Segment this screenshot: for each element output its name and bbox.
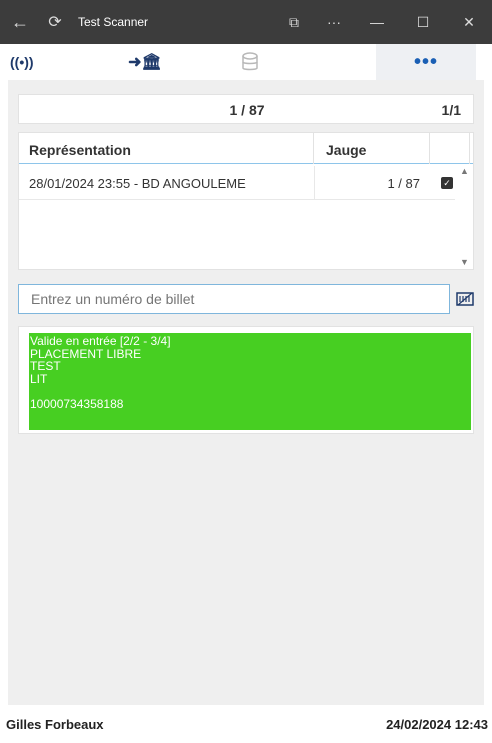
cast-icon[interactable]: ⧉ — [274, 0, 314, 44]
database-icon[interactable] — [210, 44, 290, 80]
title-bar: ← ⟳ Test Scanner ⧉ ··· — ☐ ✕ — [0, 0, 492, 44]
gauge-counter: 1 / 87 — [229, 102, 265, 118]
bank-transfer-icon[interactable]: ➜🏛 — [100, 44, 190, 80]
maximize-button[interactable]: ☐ — [400, 0, 446, 44]
status-bar: Gilles Forbeaux 24/02/2024 12:43 — [0, 705, 492, 743]
status-datetime: 24/02/2024 12:43 — [386, 717, 488, 732]
result-line-name: TEST — [30, 359, 61, 374]
column-header-select[interactable] — [430, 133, 470, 164]
window-more-icon[interactable]: ··· — [314, 0, 354, 44]
table-row[interactable]: 28/01/2024 23:55 - BD ANGOULEME 1 / 87 ✓ — [19, 166, 455, 200]
scan-result-message: Valide en entrée [2/2 - 3/4] PLACEMENT L… — [29, 333, 471, 430]
table-scrollbar[interactable]: ▲ ▼ — [457, 166, 473, 269]
toolbar: ((•)) ➜🏛 ••• — [0, 44, 492, 80]
app-sync-icon: ⟳ — [48, 14, 62, 31]
row-checkbox[interactable]: ✓ — [441, 177, 453, 189]
page-counter: 1/1 — [441, 102, 461, 118]
table-header: Représentation Jauge — [19, 133, 473, 164]
column-header-jauge[interactable]: Jauge — [314, 133, 430, 164]
scroll-down-icon[interactable]: ▼ — [460, 257, 469, 267]
barcode-scan-icon[interactable] — [456, 290, 474, 308]
representation-cell: 28/01/2024 23:55 - BD ANGOULEME — [29, 176, 246, 191]
user-name: Gilles Forbeaux — [6, 717, 104, 732]
more-options-button[interactable]: ••• — [376, 44, 476, 80]
result-line-ticket-number: 10000734358188 — [30, 396, 124, 411]
signal-icon[interactable]: ((•)) — [0, 44, 50, 80]
result-line-status: Valide en entrée [2/2 - 3/4] — [30, 334, 171, 348]
scroll-up-icon[interactable]: ▲ — [460, 166, 469, 176]
result-line-category: LIT — [30, 371, 48, 386]
back-arrow-icon[interactable]: ← — [0, 12, 40, 33]
result-line-placement: PLACEMENT LIBRE — [30, 346, 142, 361]
close-button[interactable]: ✕ — [446, 0, 492, 44]
counter-bar: 1 / 87 1/1 — [18, 94, 474, 124]
column-header-representation[interactable]: Représentation — [19, 133, 314, 164]
scan-result-panel: Valide en entrée [2/2 - 3/4] PLACEMENT L… — [18, 326, 474, 434]
minimize-button[interactable]: — — [354, 0, 400, 44]
window-title: Test Scanner — [78, 15, 149, 29]
main-panel: 1 / 87 1/1 Représentation Jauge 28/01/20… — [8, 80, 484, 705]
representations-table: Représentation Jauge 28/01/2024 23:55 - … — [18, 132, 474, 270]
jauge-cell: 1 / 87 — [314, 166, 420, 200]
ticket-number-input[interactable] — [18, 284, 450, 314]
